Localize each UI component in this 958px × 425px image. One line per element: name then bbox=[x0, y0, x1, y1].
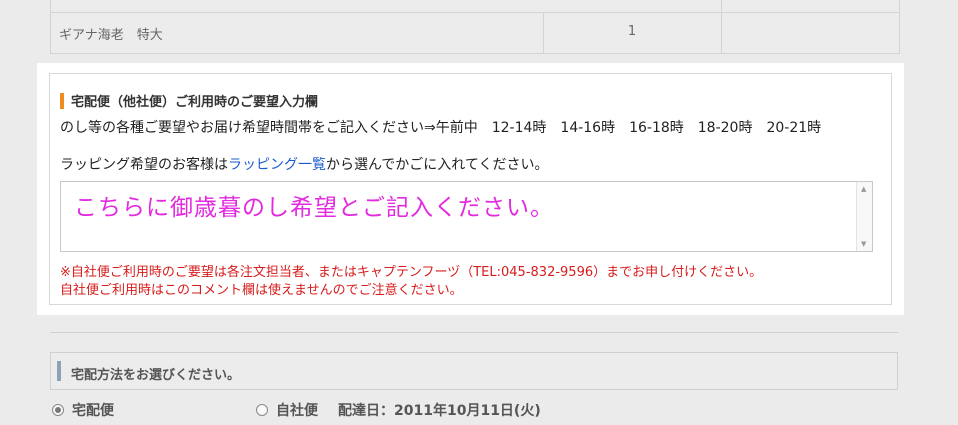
shipping-option-label: 宅配便 bbox=[72, 403, 114, 419]
shipping-option-own-delivery[interactable]: 自社便 配達日：2011年10月11日(火) bbox=[256, 400, 541, 420]
delivery-date: 配達日：2011年10月11日(火) bbox=[338, 403, 541, 419]
heading-accent-bar bbox=[57, 361, 61, 381]
section-divider bbox=[50, 332, 898, 333]
comment-text: こちらに御歳暮のし希望とご記入ください。 bbox=[74, 195, 554, 221]
request-description: のし等の各種ご要望やお届け希望時間帯をご記入ください⇒午前中 12-14時 14… bbox=[60, 120, 822, 136]
item-name-cell: ギアナ海老 特大 bbox=[59, 28, 163, 43]
shipping-option-label: 自社便 bbox=[276, 403, 318, 419]
wrapping-suffix: から選んでかごに入れてください。 bbox=[326, 157, 549, 173]
comment-unavailable-note: 自社便ご利用時はこのコメント欄は使えませんのでご注意ください。 bbox=[60, 283, 463, 298]
comment-textarea[interactable]: こちらに御歳暮のし希望とご記入ください。 ▲ ▼ bbox=[60, 181, 873, 252]
panel-heading: 宅配便（他社便）ご利用時のご要望入力欄 bbox=[60, 91, 318, 110]
textarea-scrollbar[interactable]: ▲ ▼ bbox=[856, 182, 872, 251]
request-panel-box: 宅配便（他社便）ご利用時のご要望入力欄 のし等の各種ご要望やお届け希望時間帯をご… bbox=[49, 73, 892, 305]
radio-selected-icon[interactable] bbox=[52, 404, 64, 416]
panel-title: 宅配便（他社便）ご利用時のご要望入力欄 bbox=[71, 95, 319, 110]
quantity-cell: 1 bbox=[627, 24, 637, 39]
radio-unselected-icon[interactable] bbox=[256, 404, 268, 416]
order-table: ギアナ海老 特大 1 bbox=[50, 0, 900, 54]
table-column-divider bbox=[721, 0, 722, 53]
heading-accent-bar bbox=[60, 92, 64, 109]
shipping-method-header: 宅配方法をお選びください。 bbox=[50, 352, 898, 390]
shipping-option-courier[interactable]: 宅配便 bbox=[52, 400, 114, 420]
request-input-panel: 宅配便（他社便）ご利用時のご要望入力欄 のし等の各種ご要望やお届け希望時間帯をご… bbox=[37, 63, 904, 315]
wrapping-list-link[interactable]: ラッピング一覧 bbox=[228, 157, 326, 173]
scroll-up-icon[interactable]: ▲ bbox=[861, 185, 866, 193]
own-delivery-note: ※自社便ご利用時のご要望は各注文担当者、またはキャプテンフーヅ（TEL:045-… bbox=[60, 265, 763, 280]
table-row-divider bbox=[51, 12, 899, 13]
shipping-method-title: 宅配方法をお選びください。 bbox=[71, 368, 241, 383]
wrapping-prefix: ラッピング希望のお客様は bbox=[60, 157, 228, 173]
wrapping-instructions: ラッピング希望のお客様はラッピング一覧から選んでかごに入れてください。 bbox=[60, 156, 548, 175]
scroll-down-icon[interactable]: ▼ bbox=[861, 240, 866, 248]
